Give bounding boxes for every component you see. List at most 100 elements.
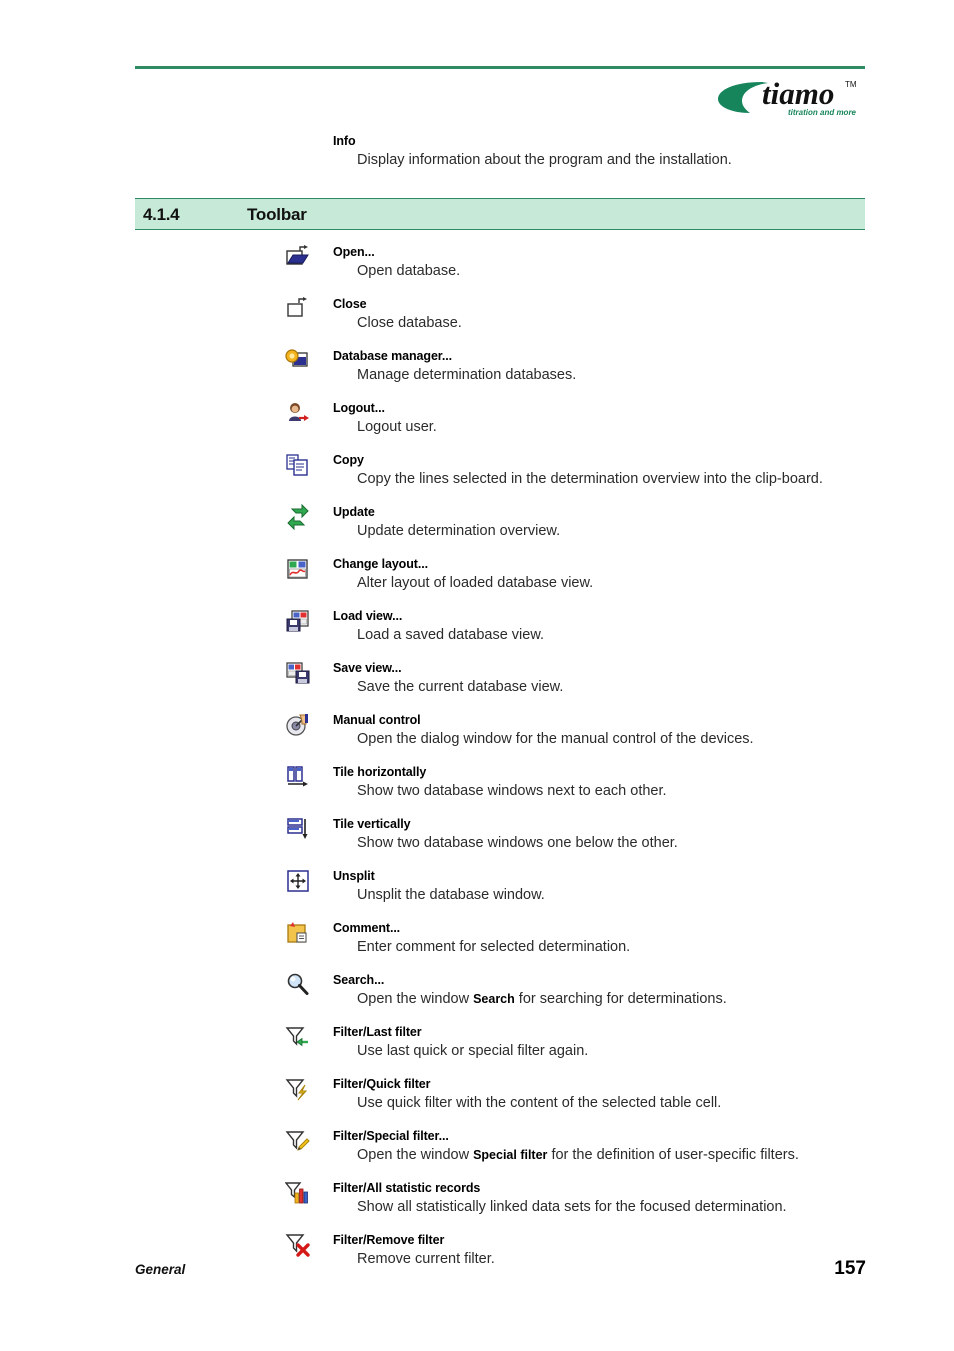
entry-description: Open the window Special filter for the d… [357, 1146, 875, 1165]
entry-label: Logout... [333, 401, 385, 415]
entry-label: Tile horizontally [333, 765, 427, 779]
entry-description: Show two database windows one below the … [357, 835, 678, 851]
entry-label: Change layout... [333, 557, 428, 571]
filter-remove-icon [285, 1232, 311, 1258]
entry-description: Manage determination databases. [357, 367, 577, 383]
entry-label: Close [333, 297, 367, 311]
svg-text:tiamo: tiamo [762, 76, 834, 111]
list-item: Save view... Save the current database v… [285, 660, 875, 697]
update-refresh-icon [285, 504, 311, 530]
entry-label: Tile vertically [333, 817, 411, 831]
entry-description: Alter layout of loaded database view. [357, 575, 594, 591]
entry-label: Update [333, 505, 375, 519]
list-item: Load view... Load a saved database view. [285, 608, 875, 645]
entry-description: Open the dialog window for the manual co… [357, 731, 754, 747]
desc-post: for searching for determinations. [514, 991, 727, 1007]
entry-label: Copy [333, 453, 364, 467]
entry-description: Update determination overview. [357, 523, 561, 539]
comment-note-icon [285, 920, 311, 946]
footer-chapter: General [135, 1262, 186, 1277]
list-item: Close Close database. [285, 296, 875, 333]
list-item: Copy Copy the lines selected in the dete… [285, 452, 875, 489]
intro-description: Display information about the program an… [357, 152, 732, 168]
list-item: Filter/Last filter Use last quick or spe… [285, 1024, 875, 1061]
database-manager-icon [285, 348, 311, 374]
list-item: Tile vertically Show two database window… [285, 816, 875, 853]
intro-label: Info [333, 134, 356, 148]
entry-label: Manual control [333, 713, 421, 727]
svg-text:titration and more: titration and more [788, 108, 857, 117]
logout-user-icon [285, 400, 311, 426]
entry-description: Load a saved database view. [357, 627, 545, 643]
entry-label: Filter/Quick filter [333, 1077, 431, 1091]
filter-statistics-icon [285, 1180, 311, 1206]
load-view-icon [285, 608, 311, 634]
entry-label: Database manager... [333, 349, 452, 363]
entry-description: Use quick filter with the content of the… [357, 1095, 722, 1111]
search-magnifier-icon [285, 972, 311, 998]
filter-quick-icon [285, 1076, 311, 1102]
unsplit-icon [285, 868, 311, 894]
intro-block: Info Display information about the progr… [333, 133, 873, 170]
list-item: Unsplit Unsplit the database window. [285, 868, 875, 905]
tiamo-logo: tiamo TM titration and more [716, 72, 866, 120]
page-number: 157 [834, 1258, 866, 1279]
list-item: Filter/Special filter... Open the window… [285, 1128, 875, 1165]
filter-special-icon [285, 1128, 311, 1154]
entry-description: Remove current filter. [357, 1251, 495, 1267]
entry-description: Open the window Search for searching for… [357, 990, 875, 1009]
filter-last-icon [285, 1024, 311, 1050]
entry-label: Filter/Special filter... [333, 1129, 449, 1143]
svg-text:TM: TM [845, 80, 857, 89]
list-item: Database manager... Manage determination… [285, 348, 875, 385]
desc-emphasis: Special filter [473, 1148, 548, 1162]
entry-label: Unsplit [333, 869, 375, 883]
list-item: Tile horizontally Show two database wind… [285, 764, 875, 801]
toolbar-entry-list: Open... Open database. Close Close datab… [285, 244, 875, 1284]
list-item: Open... Open database. [285, 244, 875, 281]
list-item: Manual control Open the dialog window fo… [285, 712, 875, 749]
entry-description: Close database. [357, 315, 462, 331]
desc-post: for the definition of user-specific filt… [547, 1147, 799, 1163]
entry-label: Filter/All statistic records [333, 1181, 481, 1195]
list-item: Logout... Logout user. [285, 400, 875, 437]
desc-pre: Open the window [357, 991, 474, 1007]
list-item: Filter/Quick filter Use quick filter wit… [285, 1076, 875, 1113]
tile-vertically-icon [285, 816, 311, 842]
desc-pre: Open the window [357, 1147, 474, 1163]
entry-label: Save view... [333, 661, 402, 675]
list-item: Change layout... Alter layout of loaded … [285, 556, 875, 593]
list-item: Search... Open the window Search for sea… [285, 972, 875, 1009]
entry-label: Open... [333, 245, 375, 259]
entry-label: Load view... [333, 609, 403, 623]
entry-description: Show all statistically linked data sets … [357, 1199, 787, 1215]
header-rule [135, 66, 865, 69]
entry-description: Open database. [357, 263, 461, 279]
open-folder-icon [285, 244, 311, 270]
close-folder-icon [285, 296, 311, 322]
save-view-icon [285, 660, 311, 686]
entry-description: Enter comment for selected determination… [357, 939, 631, 955]
tile-horizontally-icon [285, 764, 311, 790]
entry-label: Comment... [333, 921, 401, 935]
section-heading-band: 4.1.4 Toolbar [135, 198, 865, 230]
list-item: Comment... Enter comment for selected de… [285, 920, 875, 957]
entry-description: Show two database windows next to each o… [357, 783, 667, 799]
manual-control-icon [285, 712, 311, 738]
entry-label: Search... [333, 973, 385, 987]
entry-description: Use last quick or special filter again. [357, 1043, 589, 1059]
change-layout-icon [285, 556, 311, 582]
page-title: Toolbar [247, 205, 307, 224]
list-item: Filter/Remove filter Remove current filt… [285, 1232, 875, 1269]
entry-label: Filter/Last filter [333, 1025, 422, 1039]
entry-description: Copy the lines selected in the determina… [357, 471, 823, 487]
entry-label: Filter/Remove filter [333, 1233, 445, 1247]
entry-description: Unsplit the database window. [357, 887, 545, 903]
entry-description: Logout user. [357, 419, 437, 435]
entry-description: Save the current database view. [357, 679, 564, 695]
copy-documents-icon [285, 452, 311, 478]
section-number: 4.1.4 [143, 205, 180, 224]
list-item: Filter/All statistic records Show all st… [285, 1180, 875, 1217]
desc-emphasis: Search [473, 992, 515, 1006]
list-item: Update Update determination overview. [285, 504, 875, 541]
